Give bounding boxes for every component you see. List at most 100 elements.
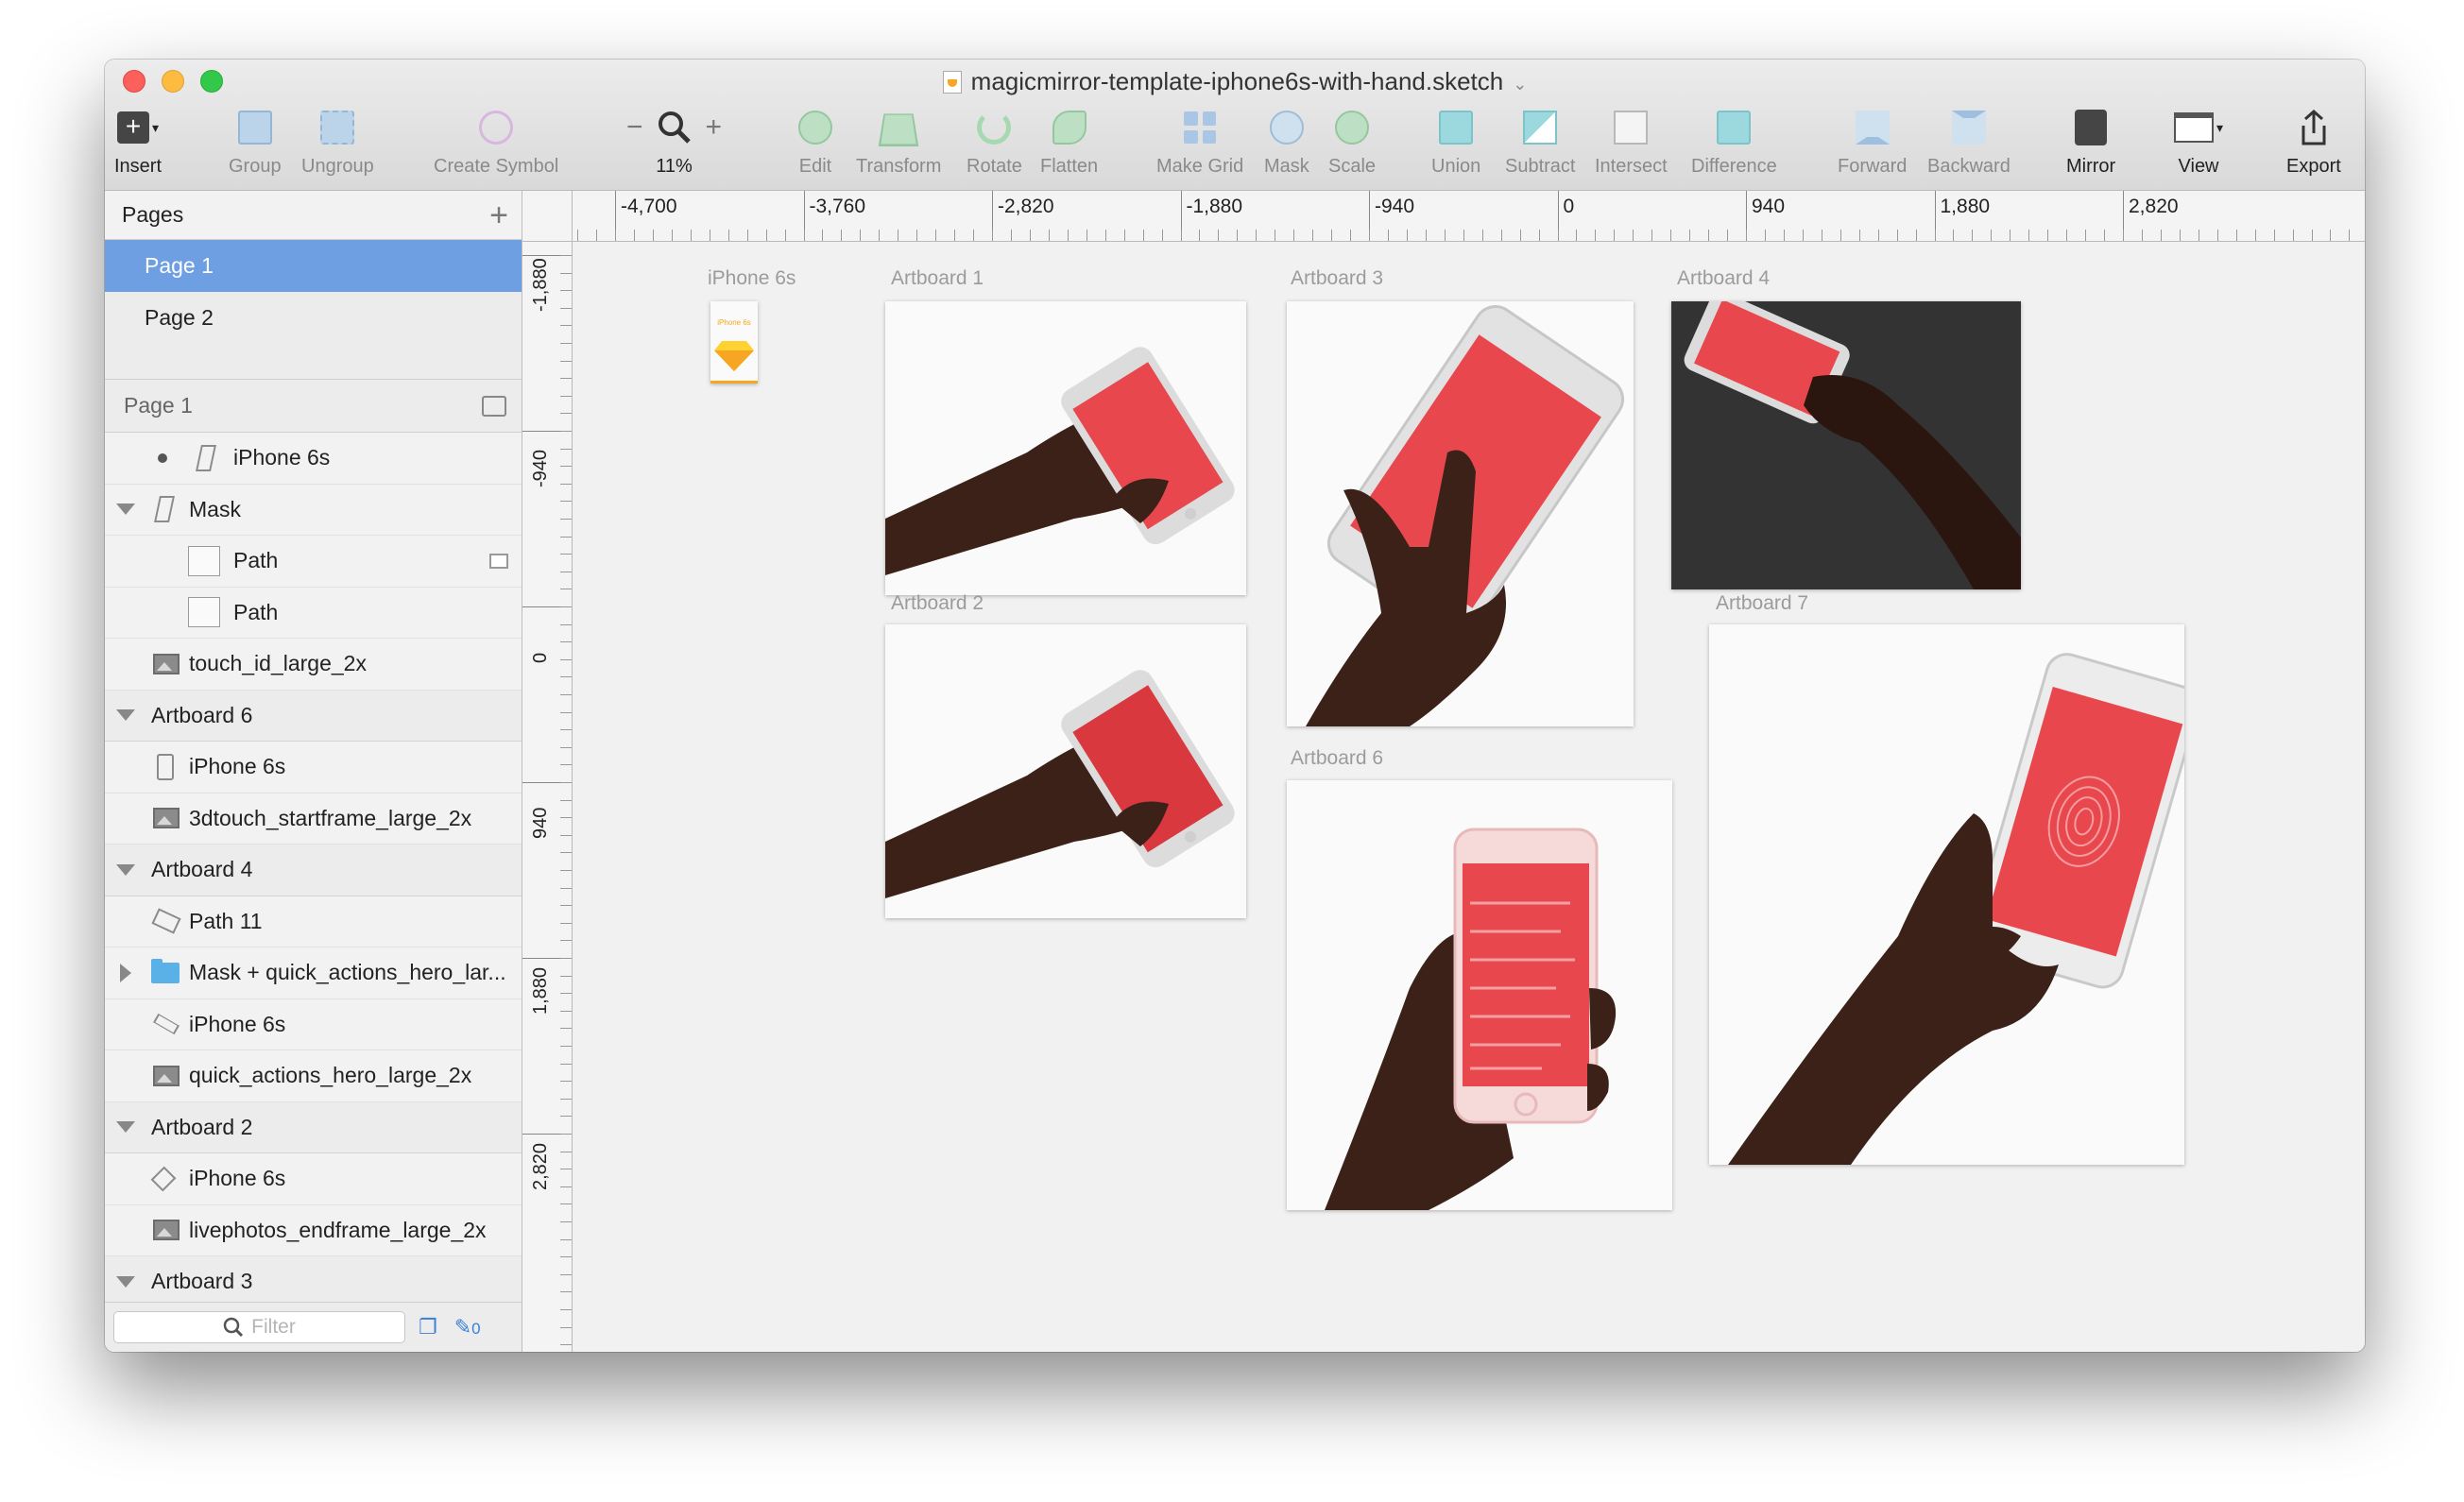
window-title: magicmirror-template-iphone6s-with-hand.…	[105, 67, 2365, 96]
artboard-7[interactable]	[1709, 624, 2184, 1165]
zoom-in-button[interactable]: +	[706, 111, 723, 144]
document-name: magicmirror-template-iphone6s-with-hand.…	[970, 67, 1504, 95]
ruler-minor-tick	[916, 230, 918, 241]
mirror-button[interactable]: Mirror	[2066, 103, 2115, 178]
artboard-4[interactable]	[1671, 301, 2021, 589]
vertical-ruler[interactable]: -1,880 -940 0 940 1,880 2,820	[522, 242, 573, 1352]
artboard-3[interactable]	[1287, 301, 1634, 726]
ruler-minor-tick	[560, 817, 572, 819]
chevron-down-icon[interactable]: ⌄	[1513, 75, 1527, 94]
layer-row[interactable]: Mask + quick_actions_hero_lar...	[105, 947, 522, 999]
edited-layers-button[interactable]: ✎0	[454, 1315, 481, 1340]
create-symbol-button[interactable]: Create Symbol	[434, 103, 558, 178]
layer-label: touch_id_large_2x	[189, 651, 367, 676]
ruler-minor-tick	[560, 1134, 572, 1135]
mini-artboard-title: iPhone 6s	[717, 318, 751, 327]
artboard-label[interactable]: iPhone 6s	[708, 267, 796, 290]
hand-holding-phone-image	[1325, 828, 1617, 1210]
disclosure-triangle-icon[interactable]	[116, 863, 135, 876]
ruler-minor-tick	[1161, 230, 1163, 241]
difference-button[interactable]: Difference	[1691, 103, 1777, 178]
ungroup-label: Ungroup	[301, 156, 374, 177]
layer-row[interactable]: iPhone 6s	[105, 1153, 522, 1205]
export-icon	[2301, 109, 2326, 145]
ruler-minor-tick	[1915, 230, 1917, 241]
disclosure-triangle-icon[interactable]	[116, 504, 135, 516]
ruler-minor-tick	[1595, 230, 1597, 241]
transform-button[interactable]: Transform	[856, 103, 941, 178]
ruler-minor-tick	[560, 606, 572, 607]
layer-row[interactable]: iPhone 6s	[105, 433, 522, 485]
artboard-iphone6s[interactable]: iPhone 6s	[710, 301, 758, 384]
layer-row[interactable]: touch_id_large_2x	[105, 639, 522, 691]
scale-button[interactable]: Scale	[1328, 103, 1376, 178]
layer-row[interactable]: iPhone 6s	[105, 742, 522, 794]
disclosure-triangle-icon[interactable]	[116, 1275, 135, 1288]
artboard-1[interactable]	[885, 301, 1246, 595]
filter-input[interactable]: Filter	[113, 1311, 405, 1343]
layer-row[interactable]: iPhone 6s	[105, 998, 522, 1050]
layer-group-row[interactable]: Artboard 6	[105, 690, 522, 742]
disclosure-triangle-icon[interactable]	[120, 963, 131, 982]
insert-button[interactable]: + ▾ Insert	[114, 103, 162, 178]
rotate-button[interactable]: Rotate	[967, 103, 1022, 178]
ungroup-button[interactable]: Ungroup	[301, 103, 374, 178]
copy-layers-icon[interactable]: ❐	[419, 1315, 437, 1340]
layer-row[interactable]: livephotos_endframe_large_2x	[105, 1204, 522, 1256]
artboard-label[interactable]: Artboard 7	[1716, 592, 1808, 615]
union-label: Union	[1431, 156, 1481, 177]
edit-label: Edit	[798, 156, 832, 177]
view-button[interactable]: ▾ View	[2174, 103, 2223, 178]
ruler-minor-tick	[560, 746, 572, 748]
collapse-layers-icon[interactable]	[482, 395, 506, 417]
union-button[interactable]: Union	[1431, 103, 1480, 178]
zoom-out-button[interactable]: −	[626, 111, 643, 144]
ruler-minor-tick	[1500, 230, 1502, 241]
edit-button[interactable]: Edit	[798, 103, 832, 178]
flatten-button[interactable]: Flatten	[1040, 103, 1098, 178]
layer-label: Path 11	[189, 908, 263, 933]
layer-row[interactable]: Path	[105, 536, 522, 588]
ruler-minor-tick	[560, 1203, 572, 1205]
artboard-label[interactable]: Artboard 4	[1677, 267, 1770, 290]
path-icon	[188, 545, 220, 576]
disclosure-triangle-icon[interactable]	[116, 709, 135, 722]
forward-button[interactable]: Forward	[1838, 103, 1907, 178]
canvas[interactable]: iPhone 6s iPhone 6s Artboard 1 Artboard …	[573, 242, 2365, 1352]
artboard-label[interactable]: Artboard 3	[1291, 267, 1383, 290]
artboard-label[interactable]: Artboard 1	[891, 267, 984, 290]
ruler-corner	[522, 191, 573, 242]
ruler-minor-tick	[560, 975, 572, 977]
ruler-minor-tick	[671, 230, 673, 241]
add-page-button[interactable]: +	[489, 199, 508, 231]
artboard-label[interactable]: Artboard 6	[1291, 747, 1383, 770]
layer-row[interactable]: 3dtouch_startframe_large_2x	[105, 793, 522, 845]
artboard-6[interactable]	[1287, 780, 1672, 1210]
layer-row[interactable]: Path 11	[105, 896, 522, 947]
layer-row[interactable]: quick_actions_hero_large_2x	[105, 1050, 522, 1102]
layer-group-row[interactable]: Artboard 2	[105, 1101, 522, 1153]
disclosure-triangle-icon[interactable]	[116, 1121, 135, 1134]
layer-row[interactable]: Mask	[105, 484, 522, 536]
ruler-minor-tick	[822, 230, 824, 241]
layer-group-row[interactable]: Artboard 4	[105, 845, 522, 896]
ruler-minor-tick	[560, 1186, 572, 1187]
ruler-minor-tick	[1614, 230, 1616, 241]
layer-row[interactable]: Path	[105, 587, 522, 639]
horizontal-ruler[interactable]: -4,700 -3,760 -2,820 -1,880 -940 0 940 1,880 2,8…	[522, 191, 2365, 242]
ruler-minor-tick	[803, 230, 805, 241]
backward-button[interactable]: Backward	[1927, 103, 2011, 178]
page-item-1[interactable]: Page 1	[105, 240, 522, 292]
ruler-minor-tick	[652, 230, 654, 241]
artboard-2[interactable]	[885, 624, 1246, 918]
mask-button[interactable]: Mask	[1264, 103, 1309, 178]
page-item-2[interactable]: Page 2	[105, 292, 522, 344]
export-button[interactable]: Export	[2286, 103, 2341, 178]
intersect-button[interactable]: Intersect	[1595, 103, 1668, 178]
artboard-label[interactable]: Artboard 2	[891, 592, 984, 615]
make-grid-button[interactable]: Make Grid	[1156, 103, 1243, 178]
group-button[interactable]: Group	[229, 103, 282, 178]
ruler-minor-tick	[2010, 230, 2011, 241]
layer-group-row[interactable]: Artboard 3	[105, 1256, 522, 1308]
subtract-button[interactable]: Subtract	[1505, 103, 1575, 178]
